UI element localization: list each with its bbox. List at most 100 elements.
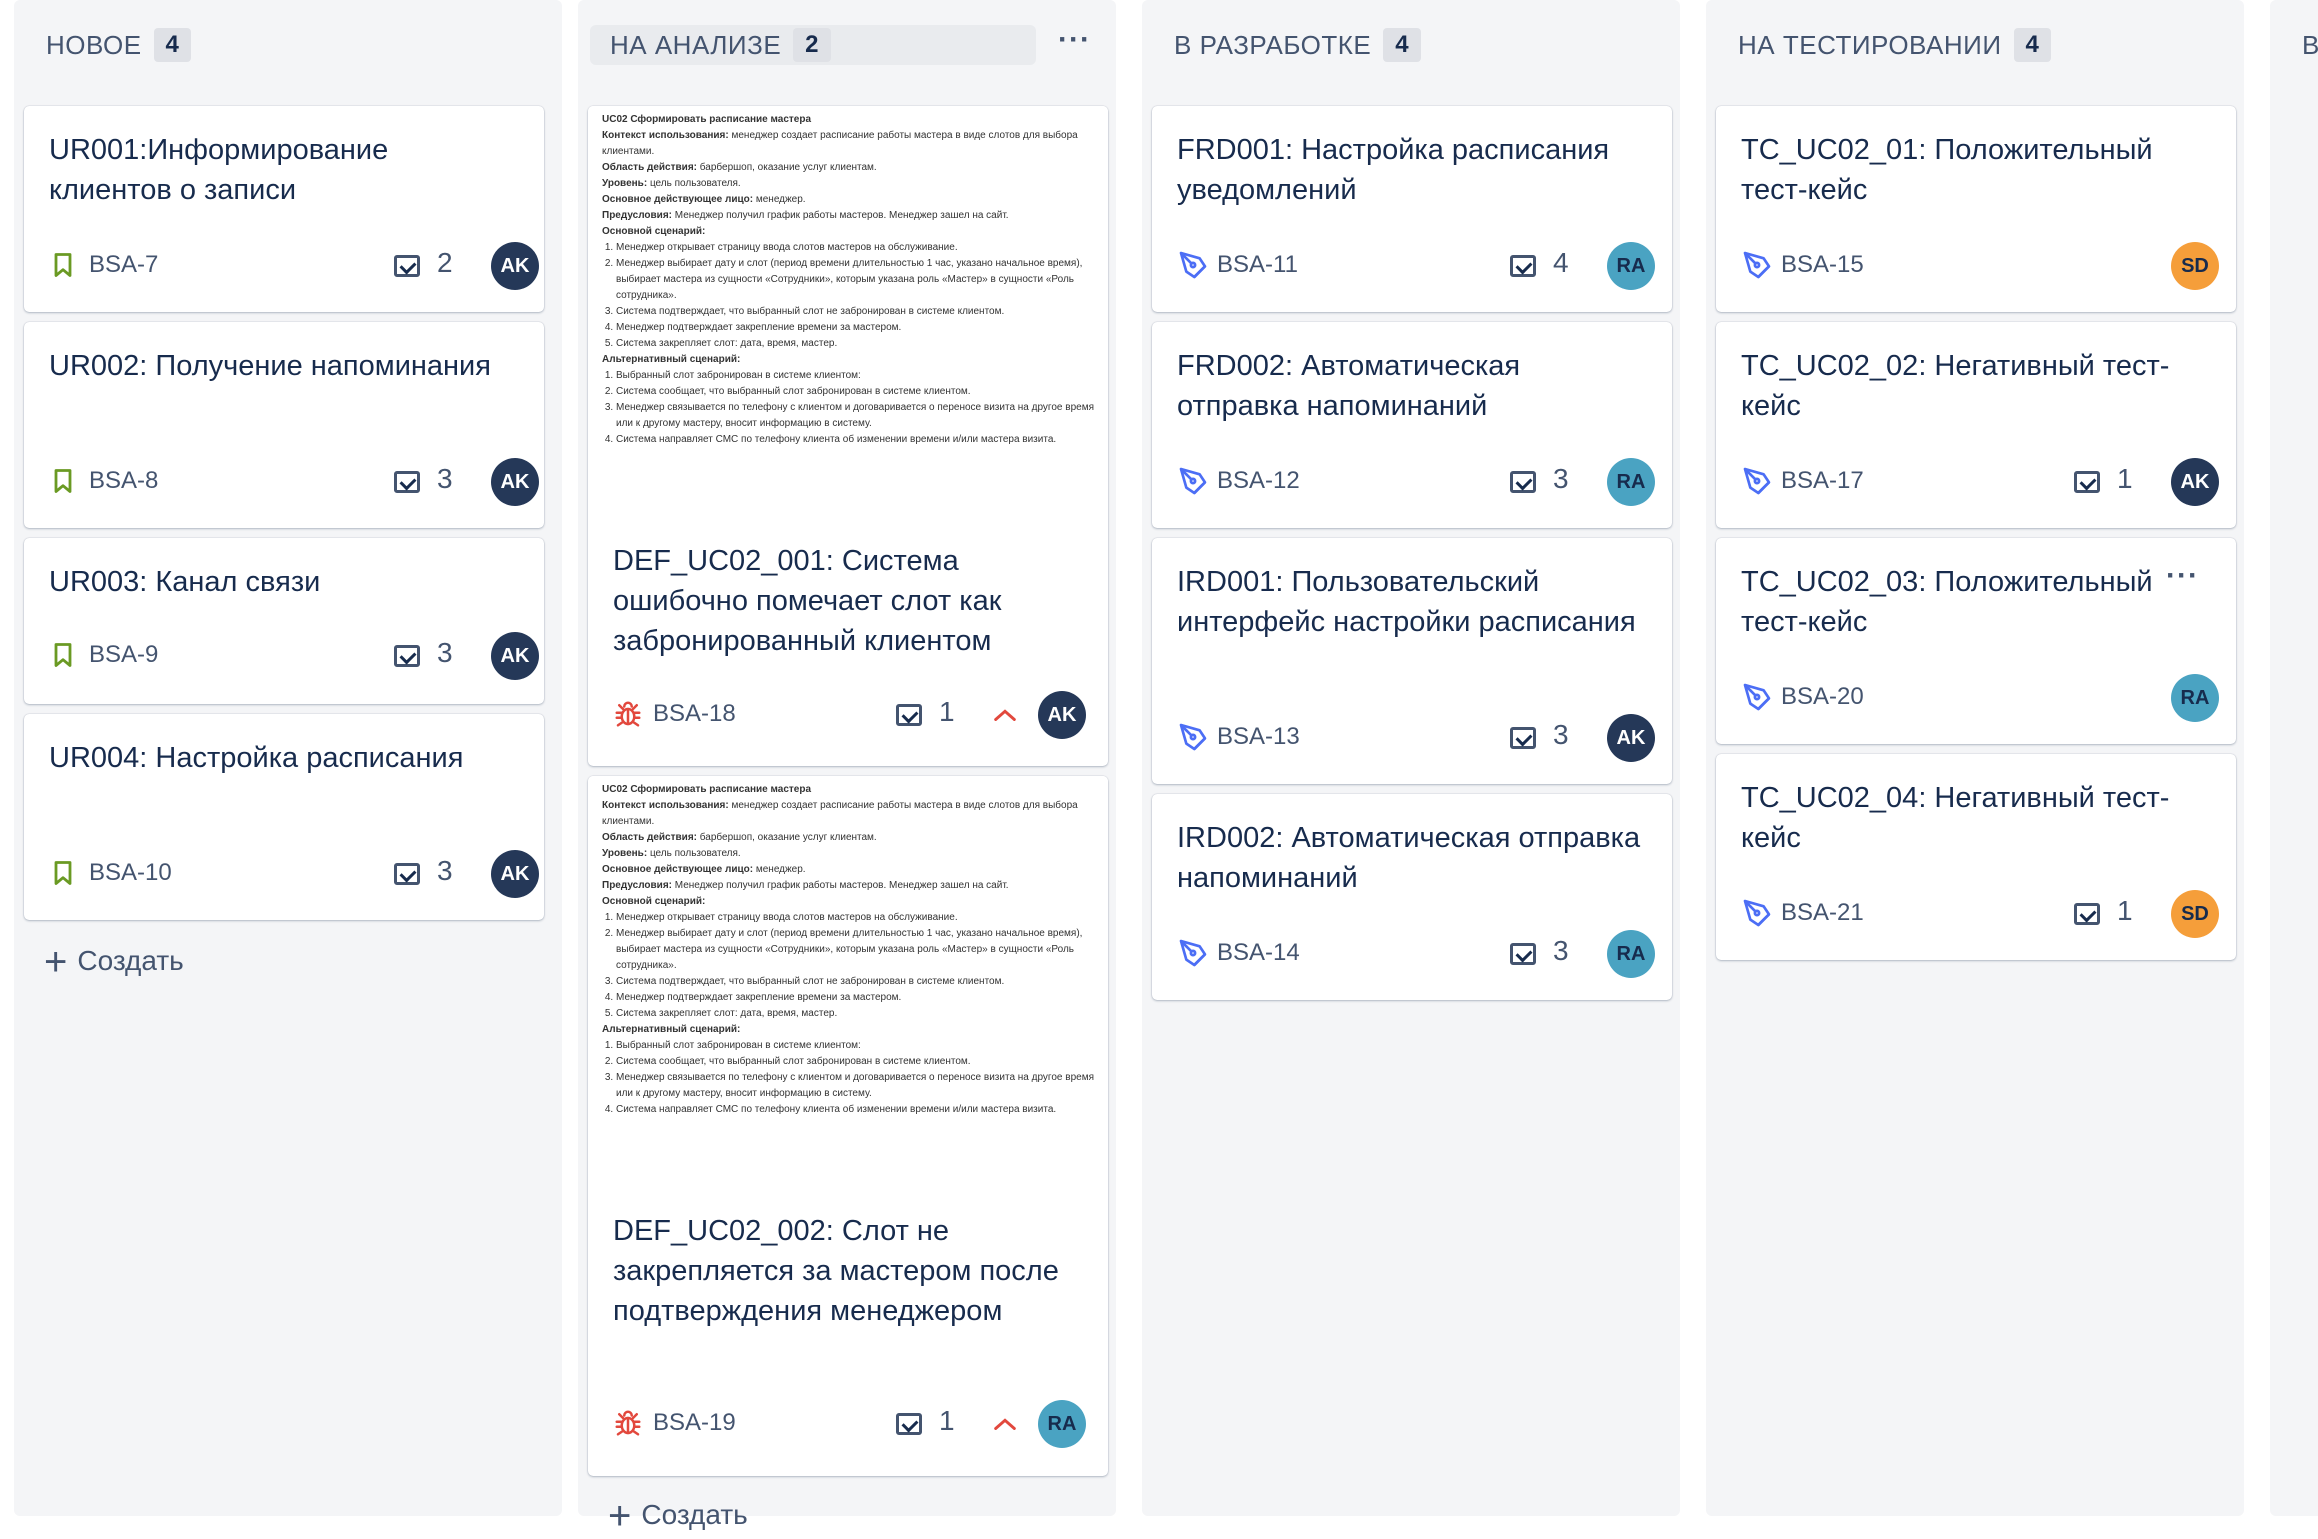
card-title: FRD002: Автоматическая отправка напомина… bbox=[1177, 350, 1521, 422]
create-button[interactable]: + Создать bbox=[608, 1494, 748, 1539]
issue-card[interactable]: IRD001: Пользовательский интерфейс настр… bbox=[1152, 538, 1672, 784]
issue-key[interactable]: BSA-21 bbox=[1781, 899, 1864, 927]
preview-text: менеджер. bbox=[755, 864, 806, 875]
column-header[interactable]: НА АНАЛИЗЕ 2 bbox=[590, 25, 1036, 65]
issue-card[interactable]: IRD002: Автоматическая отправка напомина… bbox=[1152, 794, 1672, 1000]
issue-card[interactable]: TC_UC02_01: Положительный тест-кейс BSA-… bbox=[1716, 106, 2236, 312]
issue-card[interactable]: UR003: Канал связи BSA-9 3 AK bbox=[24, 538, 544, 704]
subtask-count: 3 bbox=[437, 855, 453, 886]
issue-key[interactable]: BSA-19 bbox=[653, 1409, 736, 1437]
avatar[interactable]: AK bbox=[2171, 458, 2219, 506]
card-title: DEF_UC02_002: Слот не закрепляется за ма… bbox=[613, 1215, 1059, 1327]
card-footer: BSA-20 RA bbox=[1741, 673, 2219, 723]
subtask-count: 3 bbox=[437, 637, 453, 668]
subtask-count: 3 bbox=[1553, 463, 1569, 494]
subtask-count: 1 bbox=[2117, 895, 2133, 926]
more-dots-icon[interactable]: ··· bbox=[2166, 561, 2199, 591]
avatar[interactable]: SD bbox=[2171, 242, 2219, 290]
avatar[interactable]: AK bbox=[491, 242, 539, 290]
avatar[interactable]: RA bbox=[2171, 674, 2219, 722]
column-header[interactable]: НОВОЕ 4 bbox=[14, 0, 562, 90]
pen-icon bbox=[1741, 249, 1773, 281]
preview-label: Основное действующее лицо: bbox=[602, 864, 754, 875]
issue-key[interactable]: BSA-13 bbox=[1217, 723, 1300, 751]
issue-card[interactable]: TC_UC02_03: Положительный тест-кейс ··· … bbox=[1716, 538, 2236, 744]
avatar[interactable]: AK bbox=[491, 632, 539, 680]
issue-card[interactable]: UR004: Настройка расписания BSA-10 3 AK bbox=[24, 714, 544, 920]
preview-step: Система сообщает, что выбранный слот заб… bbox=[616, 1054, 1094, 1070]
checkbox-icon bbox=[896, 704, 922, 726]
issue-card[interactable]: UC02 Сформировать расписание мастера Кон… bbox=[588, 106, 1108, 766]
plus-icon: + bbox=[608, 1494, 632, 1538]
column-analysis: НА АНАЛИЗЕ 2 ··· UC02 Сформировать распи… bbox=[578, 0, 1116, 1538]
create-label: Создать bbox=[641, 1498, 748, 1530]
column-partial: В bbox=[2270, 0, 2318, 1516]
pen-icon bbox=[1741, 897, 1773, 929]
issue-key[interactable]: BSA-18 bbox=[653, 700, 736, 728]
issue-card[interactable]: UR001:Информирование клиентов о записи B… bbox=[24, 106, 544, 312]
issue-card[interactable]: UR002: Получение напоминания BSA-8 3 AK bbox=[24, 322, 544, 528]
column-header[interactable]: НА ТЕСТИРОВАНИИ 4 bbox=[1706, 0, 2244, 90]
avatar[interactable]: RA bbox=[1038, 1400, 1086, 1448]
avatar[interactable]: RA bbox=[1607, 242, 1655, 290]
card-title: DEF_UC02_001: Система ошибочно помечает … bbox=[613, 545, 1002, 657]
bug-icon bbox=[613, 1407, 643, 1439]
preview-main-steps: Менеджер открывает страницу ввода слотов… bbox=[602, 910, 1094, 1022]
preview-label: Основной сценарий: bbox=[602, 896, 706, 907]
preview-label: Контекст использования: bbox=[602, 130, 729, 141]
issue-key[interactable]: BSA-7 bbox=[89, 251, 158, 279]
chevron-up-icon bbox=[991, 1411, 1019, 1439]
column-title: В РАЗРАБОТКЕ bbox=[1174, 29, 1372, 60]
column-header[interactable]: В bbox=[2270, 0, 2318, 90]
checkbox-icon bbox=[394, 863, 420, 885]
avatar[interactable]: AK bbox=[491, 850, 539, 898]
issue-key[interactable]: BSA-9 bbox=[89, 641, 158, 669]
column-count-badge: 4 bbox=[153, 28, 191, 62]
issue-key[interactable]: BSA-12 bbox=[1217, 467, 1300, 495]
create-button[interactable]: + Создать bbox=[44, 940, 184, 985]
card-footer: BSA-11 4 RA bbox=[1177, 241, 1655, 291]
more-dots-icon[interactable]: ··· bbox=[1058, 25, 1091, 55]
issue-card[interactable]: TC_UC02_04: Негативный тест-кейс BSA-21 … bbox=[1716, 754, 2236, 960]
preview-text: барбершоп, оказание услуг клиентам. bbox=[699, 832, 877, 843]
preview-step: Менеджер связывается по телефону с клиен… bbox=[616, 400, 1094, 432]
pen-icon bbox=[1741, 681, 1773, 713]
issue-card[interactable]: TC_UC02_02: Негативный тест-кейс BSA-17 … bbox=[1716, 322, 2236, 528]
avatar[interactable]: SD bbox=[2171, 890, 2219, 938]
preview-label: Альтернативный сценарий: bbox=[602, 354, 741, 365]
issue-card[interactable]: FRD002: Автоматическая отправка напомина… bbox=[1152, 322, 1672, 528]
checkbox-icon bbox=[394, 645, 420, 667]
preview-label: Альтернативный сценарий: bbox=[602, 1024, 741, 1035]
bug-icon bbox=[613, 698, 643, 730]
issue-key[interactable]: BSA-15 bbox=[1781, 251, 1864, 279]
preview-text: цель пользователя. bbox=[649, 178, 741, 189]
issue-key[interactable]: BSA-11 bbox=[1217, 251, 1298, 279]
issue-key[interactable]: BSA-10 bbox=[89, 859, 172, 887]
card-title: FRD001: Настройка расписания уведомлений bbox=[1177, 134, 1610, 206]
avatar[interactable]: RA bbox=[1607, 458, 1655, 506]
column-testing: НА ТЕСТИРОВАНИИ 4 TC_UC02_01: Положитель… bbox=[1706, 0, 2244, 1516]
issue-key[interactable]: BSA-20 bbox=[1781, 683, 1864, 711]
card-footer: BSA-9 3 AK bbox=[49, 631, 539, 681]
checkbox-icon bbox=[896, 1413, 922, 1435]
card-footer: BSA-17 1 AK bbox=[1741, 457, 2219, 507]
issue-card[interactable]: FRD001: Настройка расписания уведомлений… bbox=[1152, 106, 1672, 312]
issue-key[interactable]: BSA-17 bbox=[1781, 467, 1864, 495]
checkbox-icon bbox=[2074, 903, 2100, 925]
avatar[interactable]: AK bbox=[1038, 691, 1086, 739]
preview-step: Менеджер связывается по телефону с клиен… bbox=[616, 1070, 1094, 1102]
issue-key[interactable]: BSA-14 bbox=[1217, 939, 1300, 967]
avatar[interactable]: RA bbox=[1607, 930, 1655, 978]
preview-step: Выбранный слот забронирован в системе кл… bbox=[616, 368, 1094, 384]
preview-step: Менеджер подтверждает закрепление времен… bbox=[616, 320, 1094, 336]
preview-label: Область действия: bbox=[602, 832, 697, 843]
avatar[interactable]: AK bbox=[1607, 714, 1655, 762]
bookmark-icon bbox=[49, 857, 77, 889]
avatar[interactable]: AK bbox=[491, 458, 539, 506]
issue-key[interactable]: BSA-8 bbox=[89, 467, 158, 495]
preview-label: Предусловия: bbox=[602, 210, 672, 221]
checkbox-icon bbox=[1510, 255, 1536, 277]
issue-card[interactable]: UC02 Сформировать расписание мастера Кон… bbox=[588, 776, 1108, 1476]
column-header[interactable]: В РАЗРАБОТКЕ 4 bbox=[1142, 0, 1680, 90]
chevron-up-icon bbox=[991, 702, 1019, 730]
